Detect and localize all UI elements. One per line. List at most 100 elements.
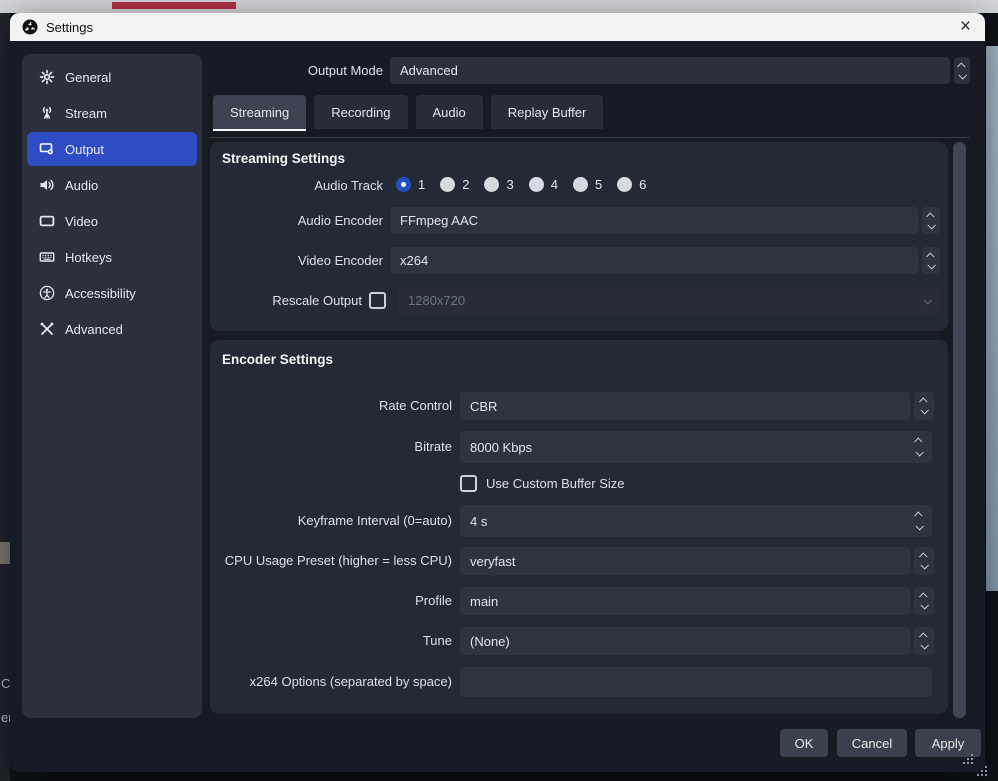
accessibility-icon [39, 285, 55, 301]
rate-control-label: Rate Control [210, 392, 452, 420]
cancel-button[interactable]: Cancel [837, 729, 907, 757]
output-icon [39, 141, 55, 157]
video-encoder-spinner[interactable] [922, 247, 940, 274]
bitrate-label: Bitrate [210, 431, 452, 463]
radio-label: 3 [506, 177, 513, 192]
sidebar-item-advanced[interactable]: Advanced [27, 312, 197, 346]
chevron-up-icon [919, 632, 927, 640]
bitrate-arrows[interactable] [916, 431, 922, 463]
keyframe-interval-label: Keyframe Interval (0=auto) [210, 505, 452, 537]
audio-track-radio-6[interactable]: 6 [617, 177, 646, 192]
tune-label: Tune [210, 627, 452, 655]
antenna-icon [39, 105, 55, 121]
tune-spinner[interactable] [914, 627, 934, 655]
audio-encoder-select[interactable]: FFmpeg AAC [390, 207, 918, 234]
sidebar-item-hotkeys[interactable]: Hotkeys [27, 240, 197, 274]
output-mode-value: Advanced [400, 63, 458, 78]
radio-icon [529, 177, 544, 192]
cpu-usage-preset-value: veryfast [470, 554, 516, 569]
dialog-title: Settings [46, 20, 93, 35]
sidebar-item-accessibility[interactable]: Accessibility [27, 276, 197, 310]
ok-button[interactable]: OK [780, 729, 828, 757]
keyboard-icon [39, 249, 55, 265]
video-encoder-label: Video Encoder [210, 247, 383, 274]
close-icon[interactable]: × [960, 15, 971, 39]
tune-select[interactable]: (None) [460, 627, 910, 655]
rescale-output-checkbox[interactable] [369, 292, 386, 309]
encoder-settings-title: Encoder Settings [222, 352, 333, 367]
profile-select[interactable]: main [460, 587, 910, 615]
screen-resize-grip[interactable] [985, 766, 995, 778]
chevron-down-icon [927, 261, 935, 269]
output-mode-label: Output Mode [210, 57, 383, 84]
streaming-settings-panel: Streaming Settings Audio Track 1 2 3 4 5… [210, 142, 948, 331]
x264-options-input[interactable] [460, 667, 932, 697]
sidebar-item-output[interactable]: Output [27, 132, 197, 166]
settings-sidebar: General Stream Output Audio Video Hotkey… [22, 54, 202, 718]
dialog-titlebar[interactable]: Settings × [10, 13, 985, 41]
radio-label: 1 [418, 177, 425, 192]
audio-encoder-value: FFmpeg AAC [400, 213, 478, 228]
cancel-label: Cancel [852, 736, 892, 751]
vertical-scrollbar[interactable] [953, 142, 966, 718]
cpu-usage-preset-select[interactable]: veryfast [460, 547, 910, 575]
tab-label: Replay Buffer [508, 105, 587, 120]
audio-track-radio-3[interactable]: 3 [484, 177, 513, 192]
bitrate-spinbox[interactable]: 8000 Kbps [460, 431, 932, 463]
chevron-up-icon [926, 212, 934, 220]
settings-dialog: Settings × General Stream Output Audio V… [10, 13, 985, 772]
chevron-up-icon [919, 397, 927, 405]
profile-value: main [470, 594, 498, 609]
bitrate-value: 8000 Kbps [470, 440, 532, 455]
output-tabs: Streaming Recording Audio Replay Buffer [213, 95, 611, 129]
dialog-resize-grip[interactable] [971, 754, 981, 766]
chevron-down-icon [920, 406, 928, 414]
sidebar-item-general[interactable]: General [27, 60, 197, 94]
encoder-settings-panel: Encoder Settings Rate Control CBR Bitrat… [210, 340, 948, 714]
radio-label: 6 [639, 177, 646, 192]
audio-track-radio-5[interactable]: 5 [573, 177, 602, 192]
rate-control-value: CBR [470, 399, 497, 414]
sidebar-item-label: General [65, 70, 111, 85]
output-mode-select[interactable]: Advanced [390, 57, 950, 84]
audio-encoder-spinner[interactable] [922, 207, 940, 234]
sidebar-item-label: Hotkeys [65, 250, 112, 265]
display-icon [39, 213, 55, 229]
tabs-separator [210, 137, 970, 138]
chevron-up-icon [919, 592, 927, 600]
rescale-resolution-value: 1280x720 [408, 293, 465, 308]
background-wallpaper-edge [986, 46, 998, 591]
speaker-icon [39, 177, 55, 193]
tab-streaming[interactable]: Streaming [213, 95, 306, 129]
audio-track-radio-group: 1 2 3 4 5 6 [396, 177, 646, 192]
use-custom-buffer-checkbox[interactable] [460, 475, 477, 492]
tab-replay-buffer[interactable]: Replay Buffer [491, 95, 604, 129]
ok-label: OK [795, 736, 814, 751]
tab-audio[interactable]: Audio [416, 95, 483, 129]
cpu-usage-preset-spinner[interactable] [914, 547, 934, 575]
video-encoder-select[interactable]: x264 [390, 247, 918, 274]
audio-track-radio-1[interactable]: 1 [396, 177, 425, 192]
output-mode-spinner[interactable] [954, 57, 970, 84]
sidebar-item-stream[interactable]: Stream [27, 96, 197, 130]
audio-track-radio-4[interactable]: 4 [529, 177, 558, 192]
audio-track-radio-2[interactable]: 2 [440, 177, 469, 192]
obs-logo-icon [22, 19, 38, 35]
sidebar-item-audio[interactable]: Audio [27, 168, 197, 202]
keyframe-interval-spinbox[interactable]: 4 s [460, 505, 932, 537]
tab-recording[interactable]: Recording [314, 95, 407, 129]
rate-control-select[interactable]: CBR [460, 392, 910, 420]
rate-control-spinner[interactable] [914, 392, 934, 420]
background-image-sliver [0, 542, 10, 564]
keyframe-arrows[interactable] [916, 505, 922, 537]
tab-label: Recording [331, 105, 390, 120]
tab-label: Streaming [230, 105, 289, 120]
rescale-resolution-select[interactable]: 1280x720 [398, 287, 940, 314]
chevron-up-icon [957, 62, 965, 70]
chevron-up-icon [919, 552, 927, 560]
apply-label: Apply [932, 736, 965, 751]
profile-spinner[interactable] [914, 587, 934, 615]
gear-icon [39, 69, 55, 85]
apply-button[interactable]: Apply [915, 729, 981, 757]
sidebar-item-video[interactable]: Video [27, 204, 197, 238]
